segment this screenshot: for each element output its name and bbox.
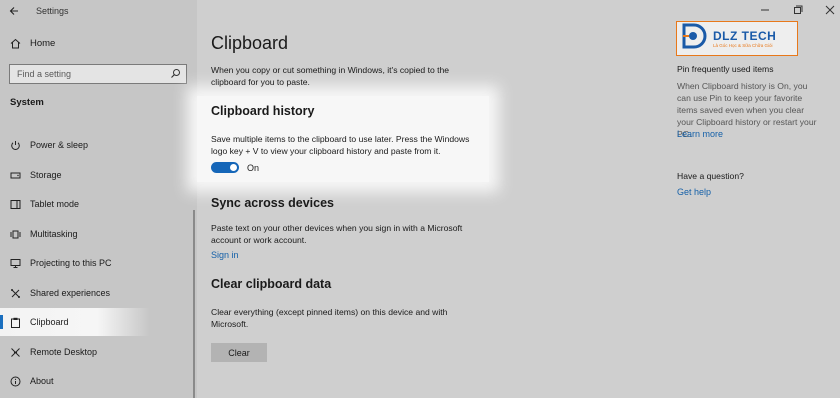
sidebar-item-tablet-mode[interactable]: Tablet mode [0,190,197,218]
intro-text: When you copy or cut something in Window… [211,65,450,87]
sidebar-item-label: Power & sleep [30,140,89,150]
home-icon [10,38,21,49]
logo-text: DLZ TECH Là Góc Học & Sữa Chữa Giỏi [713,29,776,48]
clear-heading: Clear clipboard data [211,277,332,291]
title-bar: Settings [0,0,197,22]
sidebar-item-multitasking[interactable]: Multitasking [0,220,197,248]
sidebar-item-shared-experiences[interactable]: Shared experiences [0,279,197,307]
power-icon [10,140,21,151]
clipboard-history-text: Save multiple items to the clipboard to … [211,134,470,156]
sidebar-item-clipboard[interactable]: Clipboard [0,308,150,336]
back-arrow-icon[interactable] [0,6,28,16]
logo-mark-icon [681,22,709,55]
shared-icon [10,288,21,299]
sync-text: Paste text on your other devices when yo… [211,223,463,245]
page-title: Clipboard [211,33,289,53]
sidebar-item-projecting[interactable]: Projecting to this PC [0,249,197,277]
minimize-icon[interactable] [760,5,770,18]
logo-tagline: Là Góc Học & Sữa Chữa Giỏi [713,43,773,48]
home-label: Home [30,38,56,49]
clipboard-history-heading: Clipboard history [211,104,315,118]
sidebar-item-label: Storage [30,170,62,180]
sign-in-link[interactable]: Sign in [211,250,239,260]
sync-heading: Sync across devices [211,196,334,210]
active-indicator [0,315,3,329]
sidebar-scrollbar[interactable] [193,210,195,398]
multitasking-icon [10,229,21,240]
clear-text: Clear everything (except pinned items) o… [211,307,448,329]
sidebar-item-power-sleep[interactable]: Power & sleep [0,131,197,159]
maximize-icon[interactable] [793,5,803,18]
pin-items-title: Pin frequently used items [677,64,774,74]
sidebar-item-about[interactable]: About [0,367,197,395]
close-icon[interactable] [825,5,835,18]
search-input[interactable]: Find a setting [9,64,187,84]
search-icon[interactable] [170,68,181,81]
storage-icon [10,170,21,181]
sidebar-item-storage[interactable]: Storage [0,161,197,189]
clipboard-icon [10,317,21,328]
get-help-link[interactable]: Get help [677,187,711,197]
toggle-knob [230,164,237,171]
remote-icon [10,347,21,358]
sidebar-item-label: Shared experiences [30,288,111,298]
projector-icon [10,258,21,269]
clipboard-history-toggle[interactable] [211,162,239,173]
clear-button[interactable]: Clear [211,343,267,362]
main-content: Clipboard When you copy or cut something… [197,0,840,398]
section-title: System [10,97,44,108]
dlz-tech-logo: DLZ TECH Là Góc Học & Sữa Chữa Giỏi [676,21,798,56]
sidebar-item-label: Projecting to this PC [30,258,112,268]
logo-name: DLZ TECH [713,29,777,43]
info-icon [10,376,21,387]
tablet-icon [10,199,21,210]
sidebar-item-label: Tablet mode [30,199,80,209]
window-title: Settings [36,6,69,16]
search-placeholder: Find a setting [17,69,72,79]
sidebar-item-label: Multitasking [30,229,78,239]
sidebar-item-label: About [30,376,54,386]
question-title: Have a question? [677,171,744,181]
learn-more-link[interactable]: Learn more [677,129,723,139]
toggle-state-label: On [247,163,260,173]
sidebar: Settings Home Find a setting System Powe… [0,0,197,398]
sidebar-item-label: Remote Desktop [30,347,98,357]
home-nav[interactable]: Home [10,38,55,49]
sidebar-item-remote-desktop[interactable]: Remote Desktop [0,338,197,366]
sidebar-item-label: Clipboard [30,317,69,327]
